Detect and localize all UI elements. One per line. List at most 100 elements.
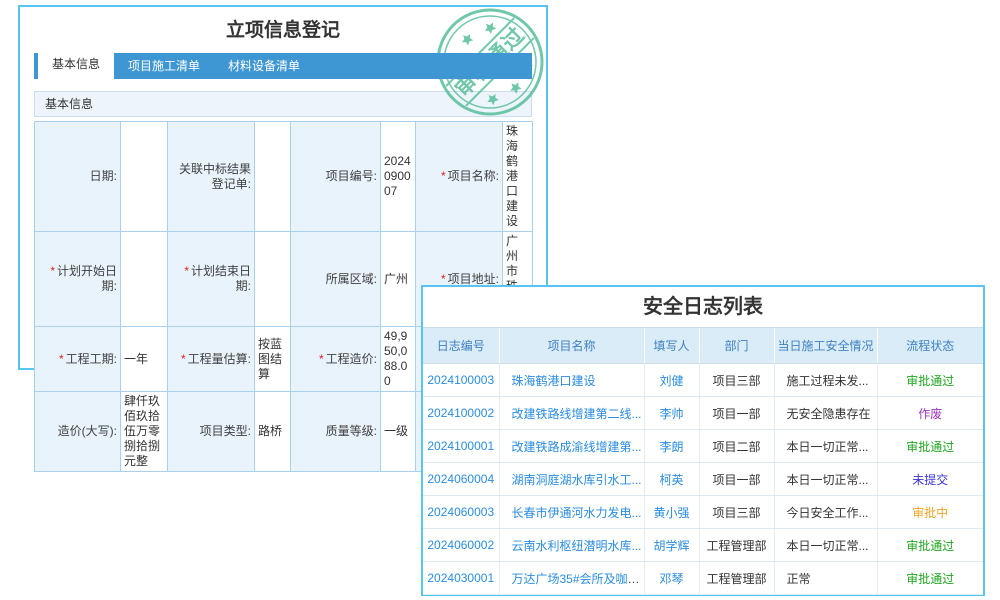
- log-id-cell: 2024100003: [423, 364, 499, 397]
- writer-cell: 李帅: [644, 397, 699, 430]
- log-id-link[interactable]: 2024100001: [427, 439, 494, 453]
- field-value: 珠海鹤港口建设: [503, 122, 533, 232]
- safety-status-cell: 无安全隐患存在: [774, 397, 877, 430]
- safety-status-cell: 正常: [774, 562, 877, 595]
- log-id-link[interactable]: 2024060002: [427, 538, 494, 552]
- required-asterisk: *: [59, 352, 64, 366]
- field-value: 广州: [381, 232, 416, 327]
- log-id-link[interactable]: 2024060004: [427, 472, 494, 486]
- project-name-cell: 改建铁路线增建第二线...: [499, 397, 644, 430]
- tab-construction-list[interactable]: 项目施工清单: [114, 53, 214, 79]
- status-badge: 未提交: [912, 473, 948, 487]
- log-id-link[interactable]: 2024060003: [427, 505, 494, 519]
- field-label: *计划结束日期:: [168, 232, 255, 327]
- writer-cell: 黄小强: [644, 496, 699, 529]
- log-id-link[interactable]: 2024030001: [427, 571, 494, 585]
- safety-status-cell: 本日一切正常...: [774, 430, 877, 463]
- field-value: 肆仟玖佰玖拾伍万零捌拾捌元整: [121, 392, 168, 472]
- field-label: 日期:: [35, 122, 121, 232]
- safety-log-table: 日志编号项目名称填写人部门当日施工安全情况流程状态 2024100003 珠海鹤港…: [423, 327, 983, 595]
- field-label: *工程量估算:: [168, 327, 255, 392]
- writer-link[interactable]: 刘健: [659, 374, 683, 388]
- department-cell: 项目一部: [699, 463, 774, 496]
- tab-basic-info[interactable]: 基本信息: [38, 50, 114, 79]
- tab-bar: 基本信息 项目施工清单 材料设备清单: [34, 53, 532, 79]
- safety-status-cell: 本日一切正常...: [774, 463, 877, 496]
- safety-log-title: 安全日志列表: [423, 287, 983, 327]
- department-cell: 工程管理部: [699, 562, 774, 595]
- log-row: 2024030001 万达广场35#会所及咖啡... 邓琴 工程管理部正常 审批通过: [423, 562, 983, 595]
- log-row: 2024100001 改建铁路成渝线增建第... 李朗 项目二部本日一切正常... 审批…: [423, 430, 983, 463]
- form-row: 日期: 关联中标结果登记单: 项目编号:2024090007*项目名称:珠海鹤港口建…: [35, 122, 533, 232]
- field-label: 项目编号:: [291, 122, 381, 232]
- section-header-basic-info: 基本信息: [34, 91, 532, 117]
- project-name-link[interactable]: 万达广场35#会所及咖啡...: [512, 572, 645, 586]
- log-header-row: 日志编号项目名称填写人部门当日施工安全情况流程状态: [423, 328, 983, 364]
- writer-link[interactable]: 柯英: [659, 473, 683, 487]
- required-asterisk: *: [441, 272, 446, 286]
- workflow-status-cell: 审批通过: [877, 430, 983, 463]
- field-label: 项目类型:: [168, 392, 255, 472]
- field-value: [255, 232, 291, 327]
- field-label: *工程造价:: [291, 327, 381, 392]
- writer-cell: 刘健: [644, 364, 699, 397]
- writer-link[interactable]: 黄小强: [653, 506, 689, 520]
- status-badge: 审批通过: [906, 572, 954, 586]
- status-badge: 审批通过: [906, 374, 954, 388]
- field-label: 造价(大写):: [35, 392, 121, 472]
- field-value: 一年: [121, 327, 168, 392]
- department-cell: 项目一部: [699, 397, 774, 430]
- project-name-link[interactable]: 改建铁路成渝线增建第...: [512, 440, 642, 454]
- writer-link[interactable]: 李朗: [659, 440, 683, 454]
- department-cell: 工程管理部: [699, 529, 774, 562]
- writer-link[interactable]: 胡学辉: [653, 539, 689, 553]
- project-name-link[interactable]: 改建铁路线增建第二线...: [512, 407, 642, 421]
- project-name-link[interactable]: 长春市伊通河水力发电...: [512, 506, 642, 520]
- required-asterisk: *: [319, 352, 324, 366]
- field-value: 按蓝图结算: [255, 327, 291, 392]
- log-id-link[interactable]: 2024100002: [427, 406, 494, 420]
- log-id-cell: 2024060002: [423, 529, 499, 562]
- field-label: 所属区域:: [291, 232, 381, 327]
- writer-link[interactable]: 邓琴: [659, 572, 683, 586]
- project-name-link[interactable]: 珠海鹤港口建设: [512, 374, 596, 388]
- field-value: [121, 232, 168, 327]
- department-cell: 项目三部: [699, 364, 774, 397]
- workflow-status-cell: 作废: [877, 397, 983, 430]
- writer-cell: 邓琴: [644, 562, 699, 595]
- workflow-status-cell: 审批通过: [877, 562, 983, 595]
- project-name-cell: 长春市伊通河水力发电...: [499, 496, 644, 529]
- safety-status-cell: 本日一切正常...: [774, 529, 877, 562]
- status-badge: 审批通过: [906, 440, 954, 454]
- department-cell: 项目三部: [699, 496, 774, 529]
- field-value: [121, 122, 168, 232]
- project-name-link[interactable]: 云南水利枢纽潜明水库...: [512, 539, 642, 553]
- required-asterisk: *: [50, 264, 55, 278]
- page-title: 立项信息登记: [20, 17, 546, 45]
- field-value: 2024090007: [381, 122, 416, 232]
- log-column-header: 当日施工安全情况: [774, 328, 877, 364]
- project-name-cell: 云南水利枢纽潜明水库...: [499, 529, 644, 562]
- writer-cell: 胡学辉: [644, 529, 699, 562]
- field-label: 关联中标结果登记单:: [168, 122, 255, 232]
- writer-link[interactable]: 李帅: [659, 407, 683, 421]
- field-value: 49,950,088.00: [381, 327, 416, 392]
- tab-material-equipment-list[interactable]: 材料设备清单: [214, 53, 314, 79]
- log-row: 2024100003珠海鹤港口建设刘健项目三部施工过程未发...审批通过: [423, 364, 983, 397]
- field-value: 一级: [381, 392, 416, 472]
- status-badge: 审批通过: [906, 539, 954, 553]
- log-row: 2024060004 湖南洞庭湖水库引水工... 柯英 项目一部本日一切正常... 未提…: [423, 463, 983, 496]
- project-name-link[interactable]: 湖南洞庭湖水库引水工...: [512, 473, 642, 487]
- log-row: 2024060002 云南水利枢纽潜明水库... 胡学辉工程管理部本日一切正常...…: [423, 529, 983, 562]
- project-name-cell: 万达广场35#会所及咖啡...: [499, 562, 644, 595]
- status-badge: 审批中: [912, 506, 948, 520]
- log-column-header: 流程状态: [877, 328, 983, 364]
- department-cell: 项目二部: [699, 430, 774, 463]
- log-column-header: 项目名称: [499, 328, 644, 364]
- log-id-cell: 2024100002: [423, 397, 499, 430]
- project-name-cell: 改建铁路成渝线增建第...: [499, 430, 644, 463]
- log-id-link[interactable]: 2024100003: [427, 373, 494, 387]
- safety-log-panel: 安全日志列表 日志编号项目名称填写人部门当日施工安全情况流程状态 2024100…: [421, 285, 985, 596]
- log-column-header: 日志编号: [423, 328, 499, 364]
- field-label: *项目名称:: [416, 122, 503, 232]
